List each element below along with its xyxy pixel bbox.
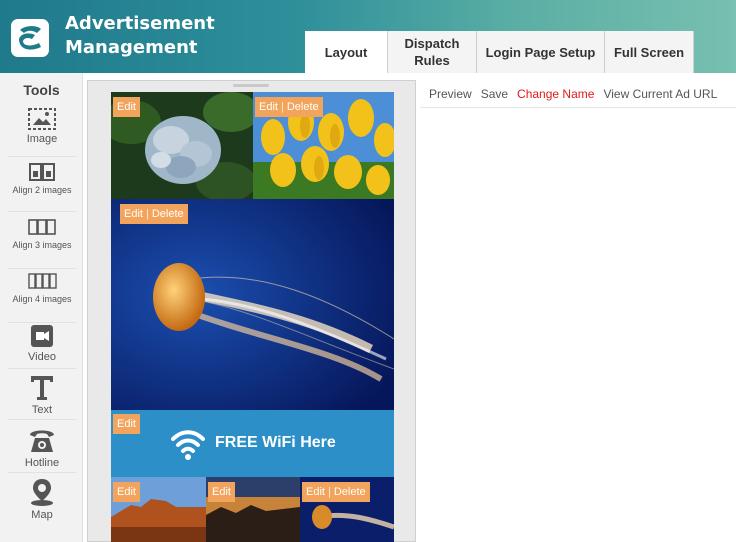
edit-delete-badge-3: Edit | Delete [120,204,188,224]
edit-button-1-label: Edit [117,101,136,113]
tool-align-2-images-label: Align 2 images [12,185,72,195]
tab-dispatch-rules-label: Dispatch Rules [405,35,460,69]
tool-map-label: Map [31,509,53,521]
delete-button-2[interactable]: Delete [287,101,319,113]
image-block-jellyfish[interactable]: Edit | Delete [111,199,394,410]
app-header: Advertisement Management Layout Dispatch… [0,0,736,73]
tool-align-4-images-label: Align 4 images [12,294,72,304]
app-title-line2: Management [65,37,198,58]
tab-layout[interactable]: Layout [305,31,388,73]
tool-text[interactable]: Text [8,372,76,420]
edit-button-2[interactable]: Edit [259,101,278,113]
tool-align-4-images[interactable]: Align 4 images [8,271,76,323]
ad-canvas: Edit Edit | Delete Edit | Delete FREE Wi… [111,92,394,542]
edit-button-7[interactable]: Edit [306,486,325,498]
tools-sidebar: Tools Image Align 2 images Align 3 image… [0,73,83,542]
change-name-link[interactable]: Change Name [517,87,594,101]
tool-video-label: Video [28,351,56,363]
tool-image-label: Image [26,133,58,145]
preview-link[interactable]: Preview [429,87,472,101]
image-block-jellyfish-small[interactable]: Edit | Delete [300,477,394,542]
edit-button-1[interactable]: Edit [113,97,140,117]
delete-button-3[interactable]: Delete [152,208,184,220]
tool-map[interactable]: Map [8,477,76,525]
app-title: Advertisement Management [65,12,215,60]
view-current-ad-url-link[interactable]: View Current Ad URL [603,87,717,101]
edit-button-5[interactable]: Edit [113,482,140,502]
phone-frame-grip[interactable] [233,84,269,87]
logo-icon [19,26,41,50]
image-block-sunset[interactable]: Edit [206,477,300,542]
align-2-images-icon [29,163,55,181]
tool-image[interactable]: Image [8,107,76,157]
tab-full-screen-label: Full Screen [613,44,685,60]
tab-login-page-setup-label: Login Page Setup [485,44,596,60]
tool-hotline-label: Hotline [24,457,60,469]
edit-button-6-label: Edit [212,486,231,498]
wifi-icon [171,430,205,460]
edit-button-3[interactable]: Edit [124,208,143,220]
badge-separator: | [327,486,331,498]
tab-dispatch-rules-line1: Dispatch [404,36,460,51]
action-bar: Preview Save Change Name View Current Ad… [420,80,736,108]
edit-button-6[interactable]: Edit [208,482,235,502]
edit-delete-badge-2: Edit | Delete [255,97,323,117]
tab-dispatch-rules-line2: Rules [414,53,450,68]
video-icon [31,325,53,347]
text-icon [31,376,53,400]
tool-hotline[interactable]: Hotline [8,425,76,473]
app-logo [11,19,49,57]
tab-dispatch-rules[interactable]: Dispatch Rules [388,31,477,73]
tool-align-3-images-label: Align 3 images [12,240,72,250]
image-icon [28,108,56,130]
app-title-line1: Advertisement [65,13,215,34]
tool-align-3-images[interactable]: Align 3 images [8,217,76,269]
badge-separator: | [145,208,149,220]
edit-delete-badge-7: Edit | Delete [302,482,370,502]
save-link[interactable]: Save [481,87,508,101]
tool-text-label: Text [31,404,53,416]
delete-button-7[interactable]: Delete [334,486,366,498]
edit-button-4[interactable]: Edit [113,414,140,434]
badge-separator: | [280,101,284,113]
tools-title: Tools [23,82,60,98]
main-tabs: Layout Dispatch Rules Login Page Setup F… [305,31,694,73]
wifi-banner-block[interactable]: FREE WiFi Here Edit [111,410,394,477]
edit-button-4-label: Edit [117,418,136,430]
tab-full-screen[interactable]: Full Screen [605,31,694,73]
image-block-hydrangea[interactable]: Edit [111,92,253,199]
edit-button-5-label: Edit [117,486,136,498]
map-pin-icon [31,479,53,506]
tool-video[interactable]: Video [8,323,76,369]
wifi-banner-text: FREE WiFi Here [215,434,336,451]
image-block-tulips[interactable]: Edit | Delete [253,92,394,199]
align-4-images-icon [28,273,57,289]
align-3-images-icon [28,219,56,235]
tab-login-page-setup[interactable]: Login Page Setup [477,31,605,73]
tab-layout-label: Layout [324,44,368,60]
phone-icon [30,430,54,452]
jellyfish-image [111,199,394,410]
image-block-desert[interactable]: Edit [111,477,206,542]
tool-align-2-images[interactable]: Align 2 images [8,162,76,212]
